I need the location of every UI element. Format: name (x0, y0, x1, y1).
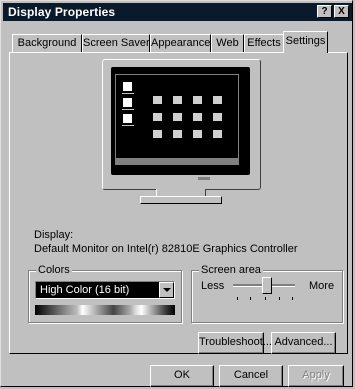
monitor-power-indicator (198, 177, 210, 180)
folder-icon (153, 96, 162, 104)
desktop-computer-icon (123, 82, 132, 91)
tab-screen-saver[interactable]: Screen Saver (82, 34, 150, 52)
screen-area-less-label: Less (201, 280, 225, 292)
screen-area-group-label: Screen area (199, 264, 263, 276)
display-properties-dialog: Display Properties ? X Background Screen… (0, 0, 353, 387)
screen-area-slider-thumb[interactable] (262, 277, 272, 294)
preview-taskbar (116, 158, 238, 164)
tab-effects[interactable]: Effects (244, 34, 284, 52)
folder-icon (173, 130, 182, 138)
monitor-screen (115, 74, 239, 165)
folder-icon (173, 113, 182, 121)
chevron-down-icon (163, 288, 171, 292)
title-bar[interactable]: Display Properties ? X (3, 3, 352, 21)
display-device-name: Default Monitor on Intel(r) 82810E Graph… (34, 243, 298, 255)
folder-icon (153, 130, 162, 138)
tab-appearance[interactable]: Appearance (150, 34, 211, 52)
folder-icon (213, 96, 222, 104)
desktop-icon-label (122, 125, 134, 126)
close-button[interactable]: X (334, 5, 349, 18)
ok-button[interactable]: OK (150, 365, 214, 387)
apply-button[interactable]: Apply (288, 365, 344, 387)
folder-icon (213, 113, 222, 121)
tab-settings[interactable]: Settings (283, 31, 328, 53)
folder-icon (193, 130, 202, 138)
tab-background[interactable]: Background (12, 34, 82, 52)
folder-icon (173, 96, 182, 104)
display-label: Display: (34, 229, 74, 241)
folder-icon (213, 130, 222, 138)
slider-tick (292, 297, 293, 300)
colors-group-label: Colors (36, 264, 72, 276)
folder-icon (153, 113, 162, 121)
monitor-stand-base (140, 196, 222, 204)
desktop-icon-label (122, 93, 134, 94)
color-palette-preview (35, 305, 175, 315)
slider-tick (279, 297, 280, 300)
desktop-icon-label (122, 109, 134, 110)
troubleshoot-button[interactable]: Troubleshoot... (198, 332, 272, 354)
colors-select[interactable]: High Color (16 bit) (35, 281, 175, 299)
window-title: Display Properties (8, 5, 116, 19)
colors-select-value: High Color (16 bit) (40, 284, 130, 296)
desktop-network-icon (123, 98, 132, 107)
tab-web[interactable]: Web (211, 34, 244, 52)
cancel-button[interactable]: Cancel (219, 365, 283, 387)
slider-tick (237, 297, 238, 300)
slider-tick (250, 297, 251, 300)
help-button[interactable]: ? (317, 5, 332, 18)
colors-dropdown-button[interactable] (159, 282, 174, 298)
slider-tick (265, 297, 266, 300)
screen-area-more-label: More (309, 280, 335, 292)
desktop-recycle-bin-icon (123, 114, 132, 123)
advanced-button[interactable]: Advanced... (271, 332, 336, 354)
folder-icon (193, 96, 202, 104)
folder-icon (193, 113, 202, 121)
